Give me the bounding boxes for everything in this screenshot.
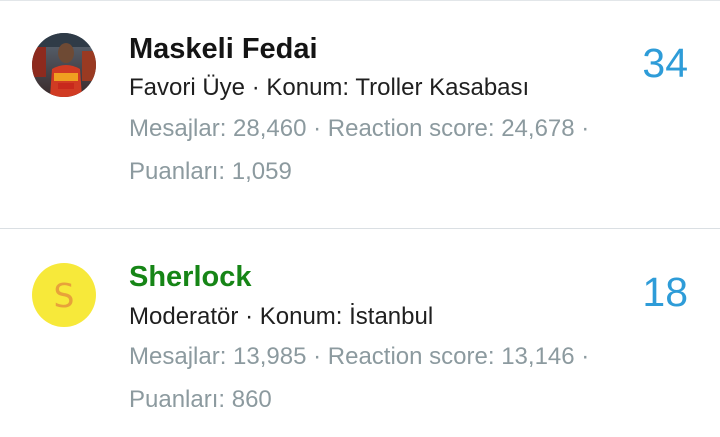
messages-value: 13,985 xyxy=(233,343,307,370)
location-label: Konum: xyxy=(259,303,343,330)
reaction-value: 13,146 xyxy=(501,343,575,370)
member-name-link[interactable]: Sherlock xyxy=(129,261,252,294)
member-name-link[interactable]: Maskeli Fedai xyxy=(129,33,318,66)
member-stats: Mesajlar: 13,985 · Reaction score: 13,14… xyxy=(129,343,589,371)
separator: · xyxy=(581,343,590,370)
member-points: Puanları: 860 xyxy=(129,386,272,414)
avatar-photo-icon xyxy=(32,33,96,97)
reaction-label: Reaction score: xyxy=(327,115,495,142)
member-blurb: Favori Üye · Konum: Troller Kasabası xyxy=(129,74,529,102)
member-title: Favori Üye xyxy=(129,74,246,101)
member-blurb: Moderatör · Konum: İstanbul xyxy=(129,303,433,331)
member-count: 34 xyxy=(642,40,688,86)
location-link[interactable]: Troller Kasabası xyxy=(355,74,529,101)
member-item: S Sherlock Moderatör · Konum: İstanbul M… xyxy=(0,229,720,437)
separator: · xyxy=(251,74,260,101)
messages-label: Mesajlar: xyxy=(129,115,227,142)
member-list: Maskeli Fedai Favori Üye · Konum: Trolle… xyxy=(0,0,720,437)
member-points: Puanları: 1,059 xyxy=(129,158,292,186)
reaction-label: Reaction score: xyxy=(327,343,495,370)
separator: · xyxy=(245,303,254,330)
points-value: 1,059 xyxy=(231,158,292,185)
separator: · xyxy=(313,115,322,142)
member-stats: Mesajlar: 28,460 · Reaction score: 24,67… xyxy=(129,115,589,143)
location-link[interactable]: İstanbul xyxy=(349,303,433,330)
avatar[interactable] xyxy=(32,33,96,97)
member-item: Maskeli Fedai Favori Üye · Konum: Trolle… xyxy=(0,0,720,228)
member-count: 18 xyxy=(642,269,688,315)
member-title: Moderatör xyxy=(129,303,239,330)
separator: · xyxy=(581,115,590,142)
reaction-value: 24,678 xyxy=(501,115,575,142)
points-value: 860 xyxy=(231,386,272,413)
avatar[interactable]: S xyxy=(32,263,96,327)
messages-label: Mesajlar: xyxy=(129,343,227,370)
location-label: Konum: xyxy=(266,74,350,101)
points-label: Puanları: xyxy=(129,386,226,413)
points-label: Puanları: xyxy=(129,158,226,185)
separator: · xyxy=(313,343,322,370)
messages-value: 28,460 xyxy=(233,115,307,142)
avatar-letter: S xyxy=(53,275,75,315)
